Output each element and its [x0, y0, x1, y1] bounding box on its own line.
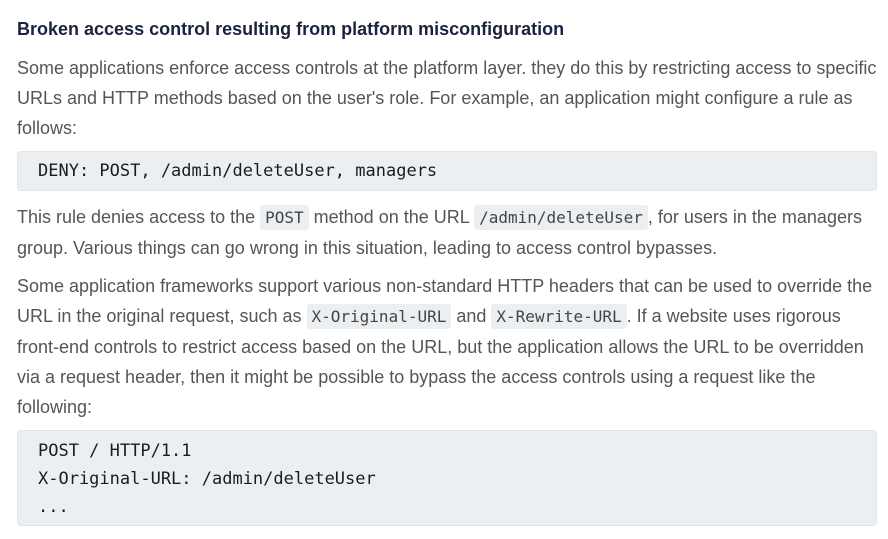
header-override-paragraph: Some application frameworks support vari… [17, 271, 877, 422]
inline-code-x-original-url: X-Original-URL [306, 304, 452, 329]
code-line: POST / HTTP/1.1 [38, 441, 192, 461]
inline-code-url: /admin/deleteUser [474, 205, 648, 230]
paragraph-text: This rule denies access to the [17, 207, 261, 227]
code-line: ... [38, 497, 69, 517]
article-section: Broken access control resulting from pla… [0, 0, 888, 526]
rule-explanation-paragraph: This rule denies access to the POST meth… [17, 202, 877, 263]
paragraph-text: method on the URL [308, 207, 475, 227]
code-line: X-Original-URL: /admin/deleteUser [38, 469, 376, 489]
intro-paragraph: Some applications enforce access control… [17, 58, 877, 138]
paragraph-text: and [451, 306, 492, 326]
section-heading: Broken access control resulting from pla… [17, 19, 565, 39]
request-example-code-block: POST / HTTP/1.1 X-Original-URL: /admin/d… [17, 430, 877, 526]
inline-code-x-rewrite-url: X-Rewrite-URL [491, 304, 627, 329]
deny-rule-code-block: DENY: POST, /admin/deleteUser, managers [17, 151, 877, 191]
inline-code-post: POST [260, 205, 309, 230]
